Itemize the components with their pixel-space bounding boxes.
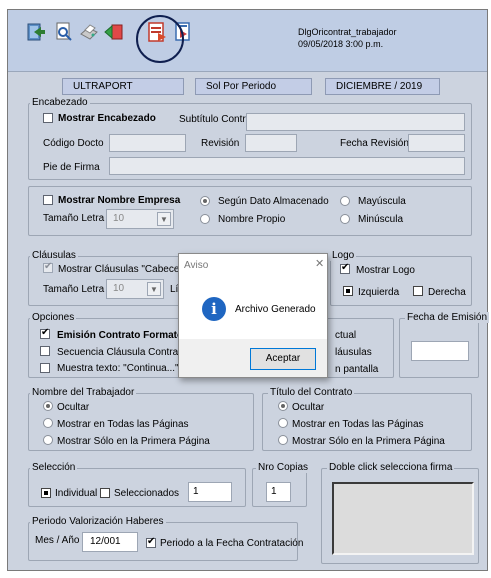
contract-title-title: Título del Contrato <box>268 387 355 398</box>
clauses-font-size-label: Tamaño Letra <box>43 284 105 295</box>
exit-icon[interactable] <box>25 20 47 44</box>
selection-selected-label: Seleccionados <box>114 488 180 499</box>
option-clause-sequence-checkbox[interactable] <box>40 346 50 356</box>
logo-right-radio[interactable] <box>413 286 423 296</box>
dialog-title: Aviso <box>184 260 209 271</box>
app-datetime: 09/05/2018 3:00 p.m. <box>298 39 384 49</box>
selection-value-input[interactable]: 1 <box>188 482 232 502</box>
revision-label: Revisión <box>201 138 240 149</box>
logo-group-title: Logo <box>330 250 357 261</box>
revision-date-input[interactable] <box>408 134 465 152</box>
logo-left-label: Izquierda <box>358 287 400 298</box>
notice-dialog: Aviso ✕ i Archivo Generado Aceptar <box>178 253 328 378</box>
accept-button[interactable]: Aceptar <box>250 348 316 370</box>
show-company-label: Mostrar Nombre Empresa <box>58 195 181 206</box>
signature-title: Doble click selecciona firma <box>327 462 455 473</box>
clauses-font-size-value: 10 <box>113 283 125 294</box>
header-group-title: Encabezado <box>30 97 90 108</box>
company-group <box>28 186 472 236</box>
worker-all-pages-label: Mostrar en Todas las Páginas <box>57 419 189 430</box>
worker-first-page-label: Mostrar Sólo en la Primera Página <box>57 436 210 447</box>
logo-right-label: Derecha <box>428 287 466 298</box>
show-header-checkbox[interactable] <box>43 113 53 123</box>
selection-title: Selección <box>30 462 78 473</box>
chevron-down-icon: ▼ <box>157 212 171 226</box>
company-font-size-value: 10 <box>113 213 125 224</box>
options-group-title: Opciones <box>30 312 77 323</box>
chevron-down-icon: ▼ <box>147 282 161 296</box>
show-clauses-label: Mostrar Cláusulas "Cabeceras <box>58 264 194 275</box>
footer-label: Pie de Firma <box>43 162 100 173</box>
show-logo-label: Mostrar Logo <box>356 265 415 276</box>
radio-stored-data[interactable] <box>200 196 210 206</box>
title-all-pages-label: Mostrar en Todas las Páginas <box>292 419 424 430</box>
radio-proper-name-label: Nombre Propio <box>218 214 286 225</box>
title-first-page-radio[interactable] <box>278 435 288 445</box>
period-month-year-label: Mes / Año <box>35 535 80 546</box>
selection-individual-label: Individual <box>55 488 98 499</box>
radio-proper-name[interactable] <box>200 214 210 224</box>
option-right-3: n pantalla <box>335 364 379 375</box>
show-logo-checkbox[interactable] <box>340 262 350 274</box>
period-type-field: Sol Por Periodo <box>195 78 312 95</box>
option-continue-text-checkbox[interactable] <box>40 363 50 373</box>
clauses-group-title: Cláusulas <box>30 250 78 261</box>
previous-icon[interactable] <box>103 20 125 44</box>
worker-first-page-radio[interactable] <box>43 435 53 445</box>
title-hide-label: Ocultar <box>292 402 325 413</box>
period-month-year-input[interactable]: 12/001 <box>82 532 138 552</box>
show-company-checkbox[interactable] <box>43 195 53 205</box>
signature-box[interactable] <box>332 482 474 555</box>
code-label: Código Docto <box>43 138 104 149</box>
period-title: Periodo Valorización Haberes <box>30 516 166 527</box>
radio-uppercase[interactable] <box>340 196 350 206</box>
info-icon: i <box>202 297 226 321</box>
period-hire-date-checkbox[interactable] <box>146 536 156 548</box>
logo-left-radio[interactable] <box>343 286 353 296</box>
selection-individual-radio[interactable] <box>41 488 51 498</box>
selection-selected-radio[interactable] <box>100 488 110 498</box>
title-first-page-label: Mostrar Sólo en la Primera Página <box>292 436 445 447</box>
radio-lowercase[interactable] <box>340 214 350 224</box>
company-font-size-select[interactable]: 10 ▼ <box>106 209 174 229</box>
radio-lowercase-label: Minúscula <box>358 214 404 225</box>
copies-title: Nro Copias <box>256 462 311 473</box>
option-right-1: ctual <box>335 330 357 341</box>
subtitle-input[interactable] <box>246 113 465 131</box>
title-all-pages-radio[interactable] <box>278 418 288 428</box>
print-preview-icon[interactable] <box>53 20 75 44</box>
option-continue-text-label: Muestra texto: "Continua..." <box>57 363 179 374</box>
revision-date-label: Fecha Revisión <box>340 138 409 149</box>
period-field: DICIEMBRE / 2019 <box>325 78 440 95</box>
issue-date-title: Fecha de Emisión <box>405 312 490 323</box>
radio-uppercase-label: Mayúscula <box>358 196 406 207</box>
worker-all-pages-radio[interactable] <box>43 418 53 428</box>
option-right-2: láusulas <box>335 347 372 358</box>
app-name: DlgOricontrat_trabajador <box>298 27 397 37</box>
period-hire-date-label: Periodo a la Fecha Contratación <box>160 538 304 549</box>
worker-hide-label: Ocultar <box>57 402 90 413</box>
revision-input[interactable] <box>245 134 297 152</box>
show-header-label: Mostrar Encabezado <box>58 113 156 124</box>
highlight-circle <box>136 15 184 63</box>
close-icon[interactable]: ✕ <box>315 258 324 270</box>
worker-hide-radio[interactable] <box>43 401 53 411</box>
clauses-font-size-select[interactable]: 10 ▼ <box>106 279 164 299</box>
company-field: ULTRAPORT <box>62 78 184 95</box>
company-font-size-label: Tamaño Letra <box>43 213 105 224</box>
dialog-message: Archivo Generado <box>235 304 316 315</box>
option-standard-format-checkbox[interactable] <box>40 327 50 339</box>
title-hide-radio[interactable] <box>278 401 288 411</box>
print-icon[interactable] <box>78 20 100 44</box>
show-clauses-checkbox[interactable] <box>43 261 53 273</box>
copies-input[interactable]: 1 <box>266 482 291 502</box>
worker-name-title: Nombre del Trabajador <box>30 387 137 398</box>
radio-stored-data-label: Según Dato Almacenado <box>218 196 329 207</box>
issue-date-input[interactable] <box>411 341 469 361</box>
footer-input[interactable] <box>109 157 465 175</box>
code-input[interactable] <box>109 134 186 152</box>
